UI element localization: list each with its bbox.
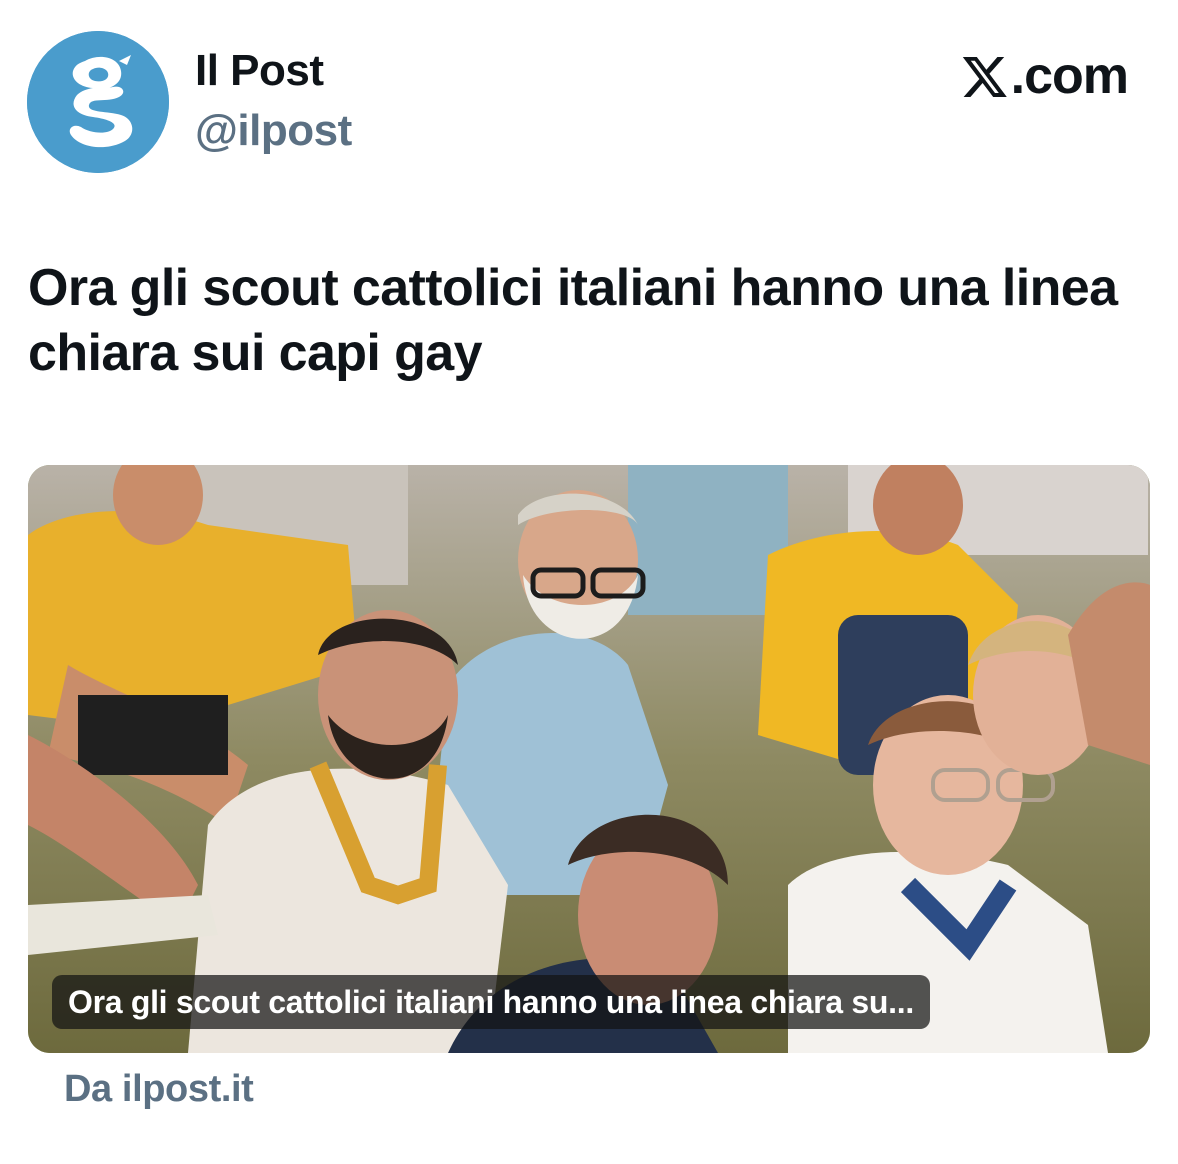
x-brand: .com: [961, 47, 1129, 105]
link-source[interactable]: Da ilpost.it: [64, 1068, 254, 1111]
brand-text: .com: [1010, 47, 1129, 105]
tweet-text: Ora gli scout cattolici italiani hanno u…: [28, 259, 1118, 382]
link-card[interactable]: Ora gli scout cattolici italiani hanno u…: [28, 465, 1150, 1053]
author-name[interactable]: Il Post: [195, 46, 324, 96]
ilpost-logo-icon: [27, 31, 169, 173]
tweet-card: Il Post @ilpost .com Ora gli scout catto…: [0, 0, 1178, 1164]
author-handle[interactable]: @ilpost: [195, 106, 352, 156]
x-logo-icon: [962, 57, 1007, 97]
avatar[interactable]: [27, 31, 169, 173]
link-card-title: Ora gli scout cattolici italiani hanno u…: [52, 975, 930, 1029]
scouts-photo-image: [28, 465, 1150, 1053]
